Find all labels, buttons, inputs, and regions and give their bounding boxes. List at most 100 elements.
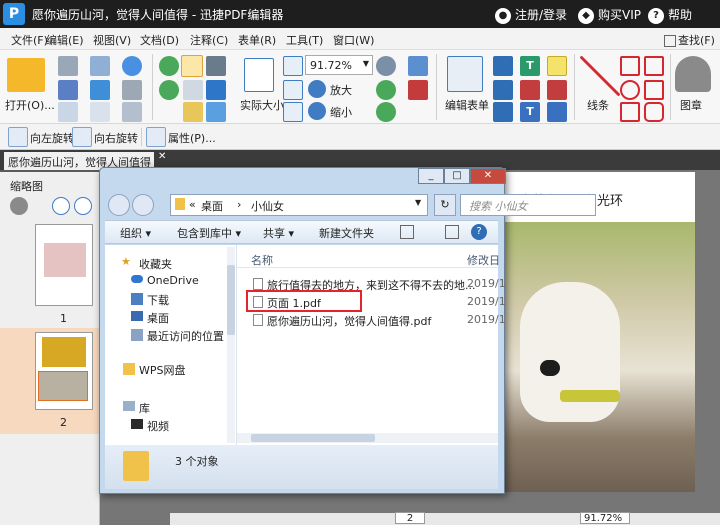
maximize-button[interactable]: □ bbox=[444, 168, 470, 184]
properties-icon[interactable] bbox=[146, 127, 166, 147]
print-icon[interactable] bbox=[58, 80, 78, 100]
zoom-in-button[interactable]: 放大 bbox=[330, 82, 352, 98]
export-icon[interactable] bbox=[90, 102, 110, 122]
line-tool-icon[interactable] bbox=[580, 56, 620, 96]
chevron-down-icon[interactable]: ▼ bbox=[415, 198, 421, 207]
breadcrumb-folder[interactable]: 小仙女 bbox=[251, 198, 284, 214]
callout-icon[interactable]: T bbox=[520, 102, 540, 122]
help-button[interactable]: ? 帮助 bbox=[648, 6, 692, 24]
menu-file[interactable]: 文件(F) bbox=[11, 32, 48, 48]
back-button[interactable] bbox=[108, 194, 130, 216]
rotate-left-icon[interactable] bbox=[8, 127, 28, 147]
magnifier-icon[interactable] bbox=[376, 56, 396, 76]
refresh-icon[interactable]: ↻ bbox=[434, 194, 456, 216]
close-button[interactable]: ✕ bbox=[470, 168, 506, 184]
snapshot-icon[interactable] bbox=[206, 56, 226, 76]
cloud-tool-icon[interactable] bbox=[644, 102, 664, 122]
fit-visible-icon[interactable] bbox=[283, 102, 303, 122]
thumbnail-page-1[interactable] bbox=[35, 224, 93, 306]
polyline-tool-icon[interactable] bbox=[644, 56, 664, 76]
edit-content-icon[interactable] bbox=[183, 102, 203, 122]
nav-downloads[interactable]: 下载 bbox=[147, 292, 169, 308]
nav-libraries[interactable]: 库 bbox=[139, 400, 150, 416]
checkbox-field-icon[interactable] bbox=[493, 80, 513, 100]
select-text-icon[interactable] bbox=[183, 80, 203, 100]
help-icon[interactable]: ? bbox=[471, 224, 487, 240]
menu-document[interactable]: 文档(D) bbox=[140, 32, 179, 48]
menu-edit[interactable]: 编辑(E) bbox=[46, 32, 84, 48]
arrow-tool-icon[interactable] bbox=[620, 56, 640, 76]
organize-button[interactable]: 组织 ▾ bbox=[120, 225, 151, 241]
nav-recent[interactable]: 最近访问的位置 bbox=[147, 328, 224, 344]
gear-icon[interactable] bbox=[10, 197, 28, 215]
text-field-icon[interactable] bbox=[493, 56, 513, 76]
minimize-button[interactable]: _ bbox=[418, 168, 444, 184]
thumbnail-page-2[interactable] bbox=[35, 332, 93, 410]
stamp-icon[interactable] bbox=[675, 56, 711, 92]
menu-window[interactable]: 窗口(W) bbox=[333, 32, 374, 48]
register-button[interactable]: ● 注册/登录 bbox=[495, 6, 567, 24]
hand-tool-icon[interactable] bbox=[181, 55, 203, 77]
thumb-zoom-out-icon[interactable] bbox=[74, 197, 92, 215]
nav-desktop[interactable]: 桌面 bbox=[147, 310, 169, 326]
save-icon[interactable] bbox=[58, 56, 78, 76]
rectangle-tool-icon[interactable] bbox=[620, 102, 640, 122]
rotate-cw-icon[interactable] bbox=[376, 80, 396, 100]
menu-view[interactable]: 视图(V) bbox=[93, 32, 131, 48]
menu-comment[interactable]: 注释(C) bbox=[190, 32, 228, 48]
open-button[interactable]: 打开(O)... bbox=[5, 97, 55, 113]
email-icon[interactable] bbox=[90, 56, 110, 76]
nav-onedrive[interactable]: OneDrive bbox=[147, 274, 199, 287]
include-library-button[interactable]: 包含到库中 ▾ bbox=[177, 225, 241, 241]
edit-form-button[interactable]: 编辑表单 bbox=[445, 97, 489, 113]
menu-tools[interactable]: 工具(T) bbox=[286, 32, 323, 48]
thumb-zoom-in-icon[interactable] bbox=[52, 197, 70, 215]
ellipse-tool-icon[interactable] bbox=[620, 80, 640, 100]
cloud-icon[interactable] bbox=[90, 80, 110, 100]
rotate-ccw-icon[interactable] bbox=[376, 102, 396, 122]
find-button[interactable]: 查找(F) bbox=[664, 32, 715, 48]
share-button[interactable]: 共享 ▾ bbox=[263, 225, 294, 241]
edit-form-icon[interactable] bbox=[447, 56, 483, 92]
rotate-right-icon[interactable] bbox=[72, 127, 92, 147]
zoom-in-icon[interactable] bbox=[308, 80, 326, 98]
cut-icon[interactable] bbox=[122, 80, 142, 100]
list-field-icon[interactable] bbox=[493, 102, 513, 122]
sound-icon[interactable] bbox=[547, 102, 567, 122]
horizontal-scrollbar[interactable] bbox=[237, 433, 498, 443]
rotate-right-button[interactable]: 向右旋转 bbox=[94, 130, 138, 146]
textbox-icon[interactable] bbox=[520, 80, 540, 100]
polygon-tool-icon[interactable] bbox=[644, 80, 664, 100]
breadcrumb-desktop[interactable]: 桌面 bbox=[201, 198, 223, 214]
zoom-select[interactable]: 91.72% ▼ bbox=[305, 55, 373, 75]
note-icon[interactable] bbox=[547, 56, 567, 76]
actual-size-icon[interactable] bbox=[244, 58, 274, 92]
edit-object-icon[interactable] bbox=[206, 102, 226, 122]
properties-button[interactable]: 属性(P)... bbox=[168, 130, 216, 146]
actual-size-button[interactable]: 实际大小 bbox=[240, 97, 284, 113]
file-row-wish[interactable]: 愿你遍历山河，觉得人间值得.pdf bbox=[267, 313, 431, 329]
menu-form[interactable]: 表单(R) bbox=[238, 32, 276, 48]
column-date[interactable]: 修改日 bbox=[467, 252, 500, 268]
delete-page-icon[interactable] bbox=[408, 80, 428, 100]
close-tab-icon[interactable]: ✕ bbox=[158, 151, 166, 162]
nav-wps-drive[interactable]: WPS网盘 bbox=[139, 362, 186, 378]
zoom-out-button[interactable]: 缩小 bbox=[330, 104, 352, 120]
nav-videos[interactable]: 视频 bbox=[147, 418, 169, 434]
insert-page-icon[interactable] bbox=[408, 56, 428, 76]
search-input[interactable]: 搜索 小仙女 bbox=[460, 194, 596, 216]
undo-icon[interactable] bbox=[122, 56, 142, 76]
zoom-out-icon[interactable] bbox=[308, 102, 326, 120]
back-icon[interactable] bbox=[159, 56, 179, 76]
forward-button[interactable] bbox=[132, 194, 154, 216]
new-doc-icon[interactable] bbox=[58, 102, 78, 122]
preview-pane-icon[interactable] bbox=[445, 225, 459, 239]
view-options-icon[interactable] bbox=[400, 225, 414, 239]
copy-icon[interactable] bbox=[122, 102, 142, 122]
fit-page-icon[interactable] bbox=[283, 56, 303, 76]
select-area-icon[interactable] bbox=[206, 80, 226, 100]
nav-scrollbar[interactable] bbox=[227, 247, 235, 443]
address-bar[interactable]: « 桌面 › 小仙女 ▼ bbox=[170, 194, 428, 216]
typewriter-icon[interactable]: T bbox=[520, 56, 540, 76]
buy-vip-button[interactable]: ◆ 购买VIP bbox=[578, 6, 641, 24]
